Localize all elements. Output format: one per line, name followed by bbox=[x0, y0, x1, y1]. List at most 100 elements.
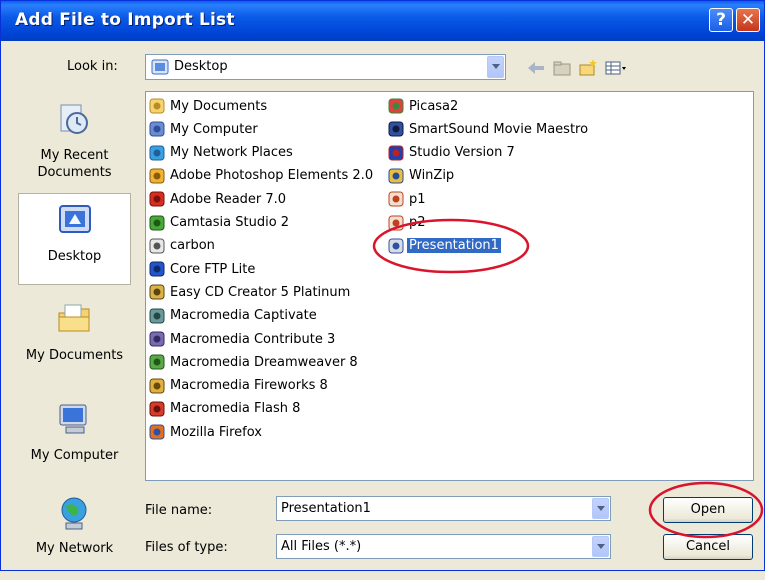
winzip-icon bbox=[388, 168, 404, 184]
file-list-item[interactable]: Macromedia Flash 8 bbox=[149, 399, 302, 419]
file-type-label: Files of type: bbox=[145, 540, 228, 555]
file-name-text: My Network Places bbox=[170, 145, 293, 161]
fireworks-icon bbox=[149, 378, 165, 394]
file-list-item[interactable]: Macromedia Captivate bbox=[149, 306, 319, 326]
network-icon bbox=[149, 145, 165, 161]
look-in-dropdown[interactable]: Desktop bbox=[145, 54, 506, 80]
place-label: Desktop bbox=[47, 249, 102, 264]
file-name-text: My Documents bbox=[170, 98, 268, 114]
file-name-text: Macromedia Dreamweaver 8 bbox=[170, 354, 358, 370]
help-button[interactable]: ? bbox=[709, 8, 733, 32]
studio-icon bbox=[388, 145, 404, 161]
place-label: My Documents bbox=[25, 348, 124, 363]
app-icon bbox=[149, 238, 165, 254]
file-list-item[interactable]: Adobe Reader 7.0 bbox=[149, 189, 288, 209]
file-name-input[interactable]: Presentation1 bbox=[276, 496, 611, 521]
chevron-down-icon[interactable] bbox=[592, 498, 609, 519]
file-list-item[interactable]: Adobe Photoshop Elements 2.0 bbox=[149, 166, 375, 186]
smartsound-icon bbox=[388, 121, 404, 137]
file-name-text: Macromedia Contribute 3 bbox=[170, 331, 336, 347]
file-list-item[interactable]: p1 bbox=[388, 189, 428, 209]
place-label: My Recent Documents bbox=[37, 148, 112, 180]
picasa-icon bbox=[388, 98, 404, 114]
place-my-documents[interactable]: My Documents bbox=[18, 293, 131, 385]
file-name-text: Camtasia Studio 2 bbox=[170, 215, 290, 230]
file-type-value: All Files (*.*) bbox=[281, 539, 362, 554]
desktop-icon bbox=[59, 205, 91, 233]
view-menu-icon[interactable] bbox=[604, 58, 628, 78]
file-name-text: Macromedia Fireworks 8 bbox=[170, 378, 328, 394]
file-list-item[interactable]: My Network Places bbox=[149, 143, 295, 163]
places-bar: My Recent Documents Desktop My Documents bbox=[18, 93, 131, 560]
file-list-item[interactable]: SmartSound Movie Maestro bbox=[388, 119, 590, 139]
back-arrow-icon[interactable] bbox=[526, 58, 546, 78]
place-label: My Computer bbox=[30, 448, 119, 463]
look-in-label: Look in: bbox=[67, 59, 118, 74]
look-in-value: Desktop bbox=[174, 59, 228, 74]
camtasia-icon bbox=[149, 215, 165, 230]
desktop-icon bbox=[151, 59, 169, 75]
file-list-item[interactable]: Macromedia Contribute 3 bbox=[149, 329, 337, 349]
captivate-icon bbox=[149, 308, 165, 324]
file-type-dropdown[interactable]: All Files (*.*) bbox=[276, 534, 611, 559]
annotation-circle-selected-file bbox=[372, 218, 530, 274]
my-documents-icon bbox=[58, 304, 90, 332]
place-my-computer[interactable]: My Computer bbox=[18, 393, 131, 485]
chevron-down-icon[interactable] bbox=[487, 56, 504, 78]
powerpoint-icon bbox=[388, 191, 404, 207]
title-bar[interactable]: Add File to Import List ? ✕ bbox=[1, 1, 764, 41]
folder-icon bbox=[149, 98, 165, 114]
file-name-text: Easy CD Creator 5 Platinum bbox=[170, 284, 351, 300]
firefox-icon bbox=[149, 424, 165, 440]
file-list[interactable]: My Documents My Computer My Network Places… bbox=[145, 91, 754, 481]
file-list-item[interactable]: My Documents bbox=[149, 96, 269, 116]
file-name-text: Macromedia Captivate bbox=[170, 308, 317, 324]
computer-icon bbox=[149, 121, 165, 137]
file-list-item[interactable]: Camtasia Studio 2 bbox=[149, 213, 291, 233]
file-list-item[interactable]: WinZip bbox=[388, 166, 456, 186]
file-name-text: Macromedia Flash 8 bbox=[170, 401, 301, 417]
place-desktop[interactable]: Desktop bbox=[18, 193, 131, 285]
file-name-text: Picasa2 bbox=[409, 98, 459, 114]
file-list-item[interactable]: Macromedia Dreamweaver 8 bbox=[149, 352, 360, 372]
place-label: My Network bbox=[35, 541, 114, 556]
place-my-network[interactable]: My Network bbox=[18, 488, 131, 580]
photoshop-icon bbox=[149, 168, 165, 184]
file-list-item[interactable]: Macromedia Fireworks 8 bbox=[149, 376, 330, 396]
chevron-down-icon[interactable] bbox=[592, 536, 609, 557]
file-name-text: p1 bbox=[409, 191, 426, 207]
file-name-text: WinZip bbox=[409, 168, 455, 184]
new-folder-icon[interactable] bbox=[578, 58, 598, 78]
file-list-item[interactable]: Studio Version 7 bbox=[388, 143, 517, 163]
file-list-item[interactable]: Picasa2 bbox=[388, 96, 460, 116]
dreamweaver-icon bbox=[149, 354, 165, 370]
annotation-circle-open-button bbox=[648, 481, 764, 539]
file-name-value: Presentation1 bbox=[281, 501, 371, 516]
file-name-text: Adobe Photoshop Elements 2.0 bbox=[170, 168, 374, 184]
file-list-item[interactable]: My Computer bbox=[149, 119, 260, 139]
up-folder-icon[interactable] bbox=[552, 58, 572, 78]
file-name-text: SmartSound Movie Maestro bbox=[409, 121, 589, 137]
dialog-title: Add File to Import List bbox=[15, 10, 235, 30]
file-list-item[interactable]: Core FTP Lite bbox=[149, 259, 257, 279]
file-name-label: File name: bbox=[145, 503, 213, 518]
file-name-text: My Computer bbox=[170, 121, 258, 137]
place-my-recent-documents[interactable]: My Recent Documents bbox=[18, 93, 131, 185]
recent-documents-icon bbox=[60, 104, 88, 134]
close-button[interactable]: ✕ bbox=[736, 8, 760, 32]
file-name-text: Mozilla Firefox bbox=[170, 424, 262, 440]
ftp-icon bbox=[149, 261, 165, 277]
file-list-item[interactable]: carbon bbox=[149, 236, 217, 256]
file-name-text: Adobe Reader 7.0 bbox=[170, 191, 287, 207]
computer-icon bbox=[59, 404, 87, 434]
file-list-item[interactable]: Easy CD Creator 5 Platinum bbox=[149, 282, 352, 302]
file-name-text: Core FTP Lite bbox=[170, 261, 256, 277]
contribute-icon bbox=[149, 331, 165, 347]
file-list-item[interactable]: Mozilla Firefox bbox=[149, 422, 264, 442]
file-name-text: Studio Version 7 bbox=[409, 145, 515, 161]
dialog-window: Add File to Import List ? ✕ Look in: Des… bbox=[0, 0, 765, 571]
flash-icon bbox=[149, 401, 165, 417]
cd-creator-icon bbox=[149, 284, 165, 300]
file-name-text: carbon bbox=[170, 238, 215, 254]
network-globe-icon bbox=[61, 497, 87, 530]
